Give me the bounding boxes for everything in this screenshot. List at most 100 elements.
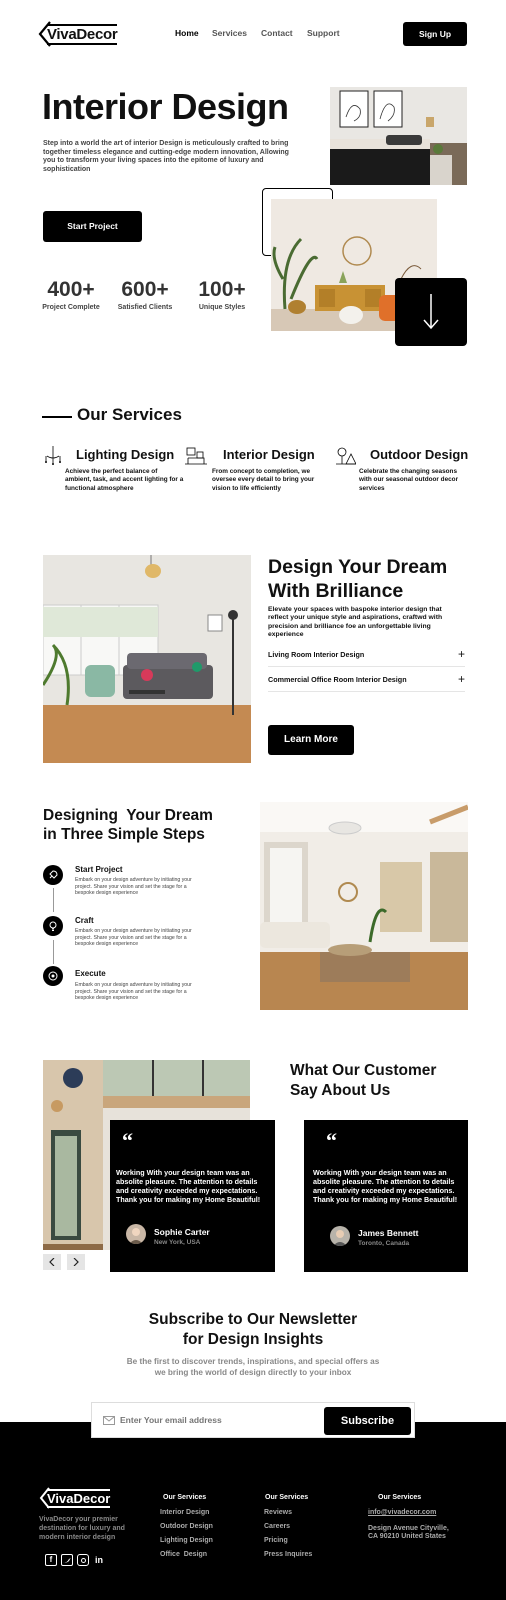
avatar xyxy=(330,1226,350,1246)
footer-address-line2: CA 90210 United States xyxy=(368,1533,446,1540)
footer-link[interactable]: Outdoor Design xyxy=(160,1523,240,1530)
step-title: Start Project xyxy=(75,865,123,874)
chandelier-icon xyxy=(45,446,61,465)
step-desc: Embark on your design adventure by initi… xyxy=(75,928,192,947)
dream-description: Elevate your spaces with baspoke interio… xyxy=(268,606,443,639)
footer-link[interactable]: Press Inquires xyxy=(264,1551,344,1558)
steps-connector xyxy=(53,888,54,912)
target-icon xyxy=(43,966,63,986)
footer-col-contact: Our Services info@vivadecor.com Design A… xyxy=(368,1494,478,1540)
footer-tagline: VivaDecor your premier destination for l… xyxy=(39,1516,125,1541)
newsletter-title-line1: Subscribe to Our Newsletter xyxy=(148,1311,358,1328)
mail-icon xyxy=(103,1416,115,1425)
brand-logo[interactable]: VivaDecor xyxy=(38,20,118,48)
linkedin-icon[interactable]: in xyxy=(93,1554,105,1566)
stat-label: Satisfied Clients xyxy=(117,304,173,311)
step-title: Execute xyxy=(75,969,106,978)
newsletter-title-line2: for Design Insights xyxy=(182,1331,324,1348)
footer-link[interactable]: Careers xyxy=(264,1523,344,1530)
footer-brand-name: VivaDecor xyxy=(47,1488,111,1508)
accordion-item-living-room[interactable]: Living Room Interior Design + xyxy=(268,642,465,667)
steps-room-image xyxy=(260,802,468,1010)
testimonial-card: “ Working With your design team was an a… xyxy=(304,1120,468,1272)
plus-icon: + xyxy=(457,647,465,661)
lightbulb-icon xyxy=(43,916,63,936)
rocket-icon xyxy=(43,865,63,885)
subscribe-button[interactable]: Subscribe xyxy=(324,1407,411,1435)
twitter-icon[interactable] xyxy=(61,1554,73,1566)
footer-col-company: Our Services Reviews Careers Pricing Pre… xyxy=(264,1494,344,1558)
facebook-icon[interactable]: f xyxy=(45,1554,57,1566)
testimonial-name: James Bennett xyxy=(358,1228,419,1238)
email-input[interactable] xyxy=(120,1411,300,1429)
outdoor-tree-icon xyxy=(336,447,356,465)
service-title: Outdoor Design xyxy=(370,447,469,462)
footer-link[interactable]: Interior Design xyxy=(160,1509,240,1516)
nav-support[interactable]: Support xyxy=(307,28,340,38)
hero-description: Step into a world the art of interior De… xyxy=(43,140,289,173)
footer-link[interactable]: Office Design xyxy=(160,1551,240,1558)
stat-value: 100+ xyxy=(198,278,246,301)
hero-title: Interior Design xyxy=(42,86,289,127)
footer-heading: Our Services xyxy=(265,1494,309,1501)
header: VivaDecor Home Services Contact Support … xyxy=(0,0,506,68)
dream-title-line2: With Brilliance xyxy=(268,580,404,602)
footer-email-link[interactable]: info@vivadecor.com xyxy=(368,1509,478,1516)
step-desc: Embark on your design adventure by initi… xyxy=(75,982,192,1001)
service-title: Interior Design xyxy=(223,447,315,462)
nav-contact[interactable]: Contact xyxy=(261,28,307,38)
testimonial-location: Toronto, Canada xyxy=(358,1240,410,1247)
brand-name: VivaDecor xyxy=(47,23,118,45)
testimonial-name: Sophie Carter xyxy=(154,1227,210,1237)
stat-label: Project Complete xyxy=(42,304,100,311)
accordion-label: Commercial Office Room Interior Design xyxy=(268,674,407,684)
step-desc: Embark on your design adventure by initi… xyxy=(75,877,192,896)
testimonial-quote: Working With your design team was an abs… xyxy=(116,1168,261,1204)
instagram-icon[interactable] xyxy=(77,1554,89,1566)
nav-services[interactable]: Services xyxy=(212,28,261,38)
carousel-prev-button[interactable] xyxy=(43,1254,61,1270)
testimonial-card: “ Working With your design team was an a… xyxy=(110,1120,275,1272)
stat-projects: 400+ Project Complete xyxy=(41,278,101,311)
service-desc: Celebrate the changing seasons with our … xyxy=(359,468,459,492)
arrow-down-icon xyxy=(423,294,439,330)
testimonials-title-line1: What Our Customer xyxy=(290,1062,437,1079)
testimonial-location: New York, USA xyxy=(154,1239,201,1246)
stat-value: 400+ xyxy=(47,278,95,301)
logo-chevron-icon xyxy=(39,1487,50,1509)
step-title: Craft xyxy=(75,916,94,925)
dream-title-line1: Design Your Dream xyxy=(268,556,448,578)
footer-link[interactable]: Reviews xyxy=(264,1509,344,1516)
stat-styles: 100+ Unique Styles xyxy=(192,278,252,311)
scroll-down-button[interactable] xyxy=(395,278,467,346)
nav-home[interactable]: Home xyxy=(175,28,212,38)
signup-button[interactable]: Sign Up xyxy=(403,22,467,46)
start-project-button[interactable]: Start Project xyxy=(43,211,142,242)
dream-living-image xyxy=(43,555,251,763)
quote-icon: “ xyxy=(122,1128,133,1153)
footer-link[interactable]: Pricing xyxy=(264,1537,344,1544)
footer-heading: Our Services xyxy=(163,1494,207,1501)
chevron-right-icon xyxy=(73,1258,79,1266)
accordion-item-office[interactable]: Commercial Office Room Interior Design + xyxy=(268,667,465,692)
carousel-next-button[interactable] xyxy=(67,1254,85,1270)
quote-icon: “ xyxy=(326,1128,337,1153)
footer-address-line1: Design Avenue Cityville, xyxy=(368,1525,449,1532)
plus-icon: + xyxy=(457,672,465,686)
steps-title-line2: in Three Simple Steps xyxy=(43,826,205,843)
footer-heading: Our Services xyxy=(378,1494,422,1501)
testimonials-title-line2: Say About Us xyxy=(290,1082,391,1099)
service-desc: From concept to completion, we oversee e… xyxy=(212,468,315,492)
stat-clients: 600+ Satisfied Clients xyxy=(114,278,176,311)
service-desc: Achieve the perfect balance of ambient, … xyxy=(65,468,184,492)
accordion-label: Living Room Interior Design xyxy=(268,649,365,659)
services-title: Our Services xyxy=(77,405,182,424)
stat-label: Unique Styles xyxy=(198,304,246,311)
learn-more-button[interactable]: Learn More xyxy=(268,725,354,755)
newsletter-desc-line1: Be the first to discover trends, inspira… xyxy=(126,1357,380,1366)
footer-link[interactable]: Lighting Design xyxy=(160,1537,240,1544)
logo-chevron-icon xyxy=(38,21,51,47)
testimonial-quote: Working With your design team was an abs… xyxy=(313,1168,458,1204)
footer-brand-logo[interactable]: VivaDecor xyxy=(39,1486,111,1510)
newsletter-desc-line2: we bring the world of design directly to… xyxy=(154,1368,352,1377)
